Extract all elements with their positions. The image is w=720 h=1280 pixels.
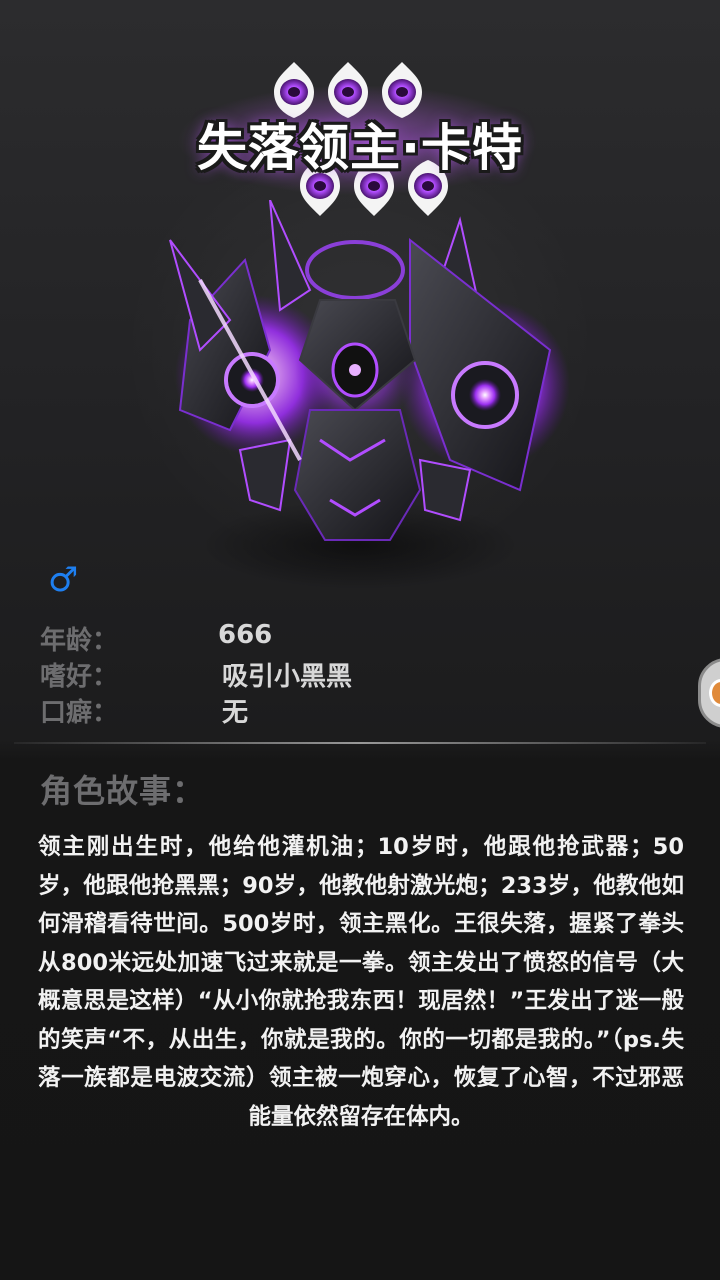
story-heading: 角色故事： [40,772,206,810]
catchphrase-value: 无 [222,698,249,728]
character-name: 失落领主·卡特 [197,119,523,177]
section-divider [14,742,706,744]
hobby-value: 吸引小黑黑 [222,662,353,692]
story-text: 领主刚出生时，他给他灌机油；10岁时，他跟他抢武器；50岁，他跟他抢黑黑；90岁… [38,834,684,1130]
side-menu-tab-icon [709,679,720,707]
character-profile-screen: 失落领主·卡特 ♂ 年龄： 666 嗜好： 吸引小黑黑 口癖： 无 角色故事： … [0,0,720,1280]
age-label: 年龄： [40,626,119,656]
catchphrase-label: 口癖： [40,698,119,728]
hobby-label: 嗜好： [40,662,119,692]
male-symbol-icon: ♂ [48,560,79,600]
age-value: 666 [218,620,273,650]
side-menu-tab[interactable] [698,658,720,728]
character-portrait [169,200,570,541]
